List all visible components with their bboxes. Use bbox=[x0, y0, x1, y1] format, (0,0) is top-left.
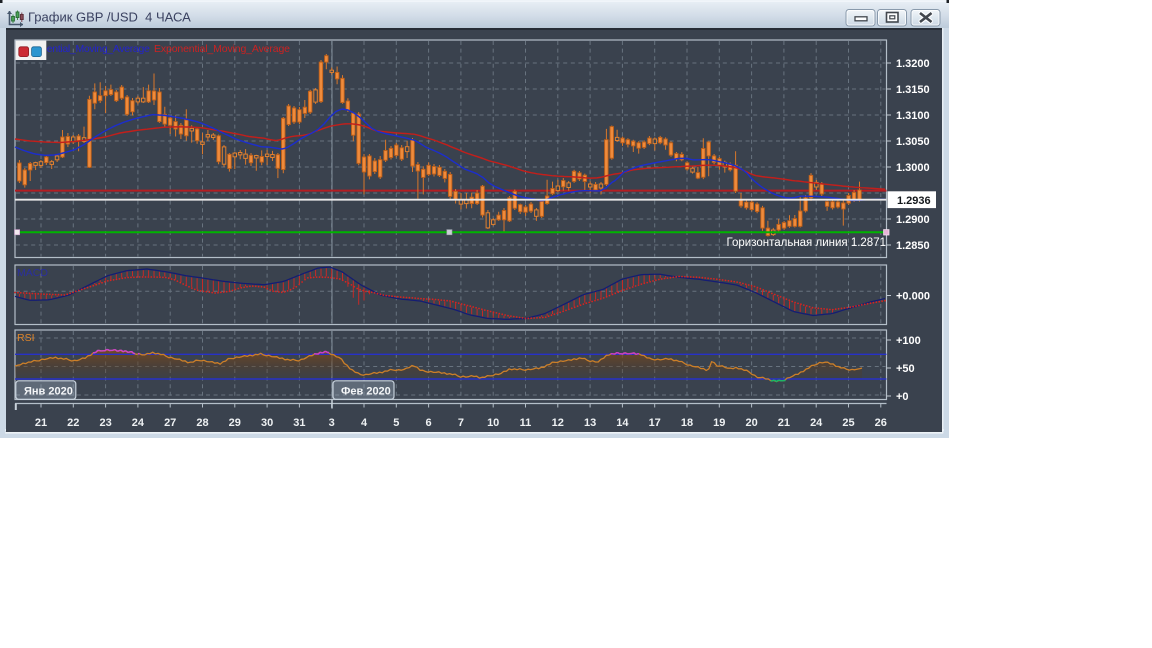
svg-text:1.2900: 1.2900 bbox=[896, 214, 930, 226]
svg-text:24: 24 bbox=[132, 417, 145, 429]
svg-text:1.2936: 1.2936 bbox=[897, 195, 931, 207]
svg-text:7: 7 bbox=[458, 417, 464, 429]
svg-text:График GBP /USD 4 ЧАСА: График GBP /USD 4 ЧАСА bbox=[28, 10, 191, 25]
svg-text:5: 5 bbox=[393, 417, 399, 429]
svg-text:24: 24 bbox=[810, 417, 823, 429]
svg-text:27: 27 bbox=[164, 417, 176, 429]
svg-text:23: 23 bbox=[99, 417, 111, 429]
svg-text:1.3150: 1.3150 bbox=[896, 84, 930, 96]
svg-text:1.3000: 1.3000 bbox=[896, 162, 930, 174]
svg-text:1.2850: 1.2850 bbox=[896, 240, 930, 252]
svg-text:30: 30 bbox=[261, 417, 273, 429]
svg-text:25: 25 bbox=[842, 417, 854, 429]
svg-text:Exponential_Moving_Average: Exponential_Moving_Average bbox=[154, 43, 290, 55]
svg-text:MACD: MACD bbox=[17, 267, 48, 279]
svg-text:21: 21 bbox=[35, 417, 47, 429]
svg-text:+100: +100 bbox=[896, 335, 921, 347]
svg-text:18: 18 bbox=[681, 417, 693, 429]
svg-text:17: 17 bbox=[649, 417, 661, 429]
svg-text:Янв 2020: Янв 2020 bbox=[24, 385, 73, 397]
svg-text:19: 19 bbox=[713, 417, 725, 429]
svg-text:1.3200: 1.3200 bbox=[896, 58, 930, 70]
svg-text:Горизонтальная линия 1.2871: Горизонтальная линия 1.2871 bbox=[727, 237, 886, 249]
svg-text:21: 21 bbox=[778, 417, 790, 429]
svg-text:+0.000: +0.000 bbox=[896, 291, 930, 303]
svg-text:RSI: RSI bbox=[17, 332, 35, 344]
svg-text:1.3100: 1.3100 bbox=[896, 110, 930, 122]
svg-text:29: 29 bbox=[229, 417, 241, 429]
svg-text:20: 20 bbox=[745, 417, 757, 429]
svg-text:26: 26 bbox=[875, 417, 887, 429]
svg-text:11: 11 bbox=[520, 417, 532, 429]
svg-text:6: 6 bbox=[426, 417, 432, 429]
svg-text:1.3050: 1.3050 bbox=[896, 136, 930, 148]
svg-text:3: 3 bbox=[329, 417, 335, 429]
svg-text:ential_Moving_Average: ential_Moving_Average bbox=[47, 43, 150, 55]
svg-text:22: 22 bbox=[67, 417, 79, 429]
svg-text:28: 28 bbox=[196, 417, 208, 429]
svg-text:12: 12 bbox=[552, 417, 564, 429]
svg-text:13: 13 bbox=[584, 417, 596, 429]
svg-text:+50: +50 bbox=[896, 363, 915, 375]
svg-text:31: 31 bbox=[293, 417, 305, 429]
svg-text:4: 4 bbox=[361, 417, 368, 429]
svg-text:14: 14 bbox=[616, 417, 629, 429]
svg-text:Фев 2020: Фев 2020 bbox=[341, 385, 391, 397]
svg-text:10: 10 bbox=[487, 417, 499, 429]
svg-text:+0: +0 bbox=[896, 391, 909, 403]
